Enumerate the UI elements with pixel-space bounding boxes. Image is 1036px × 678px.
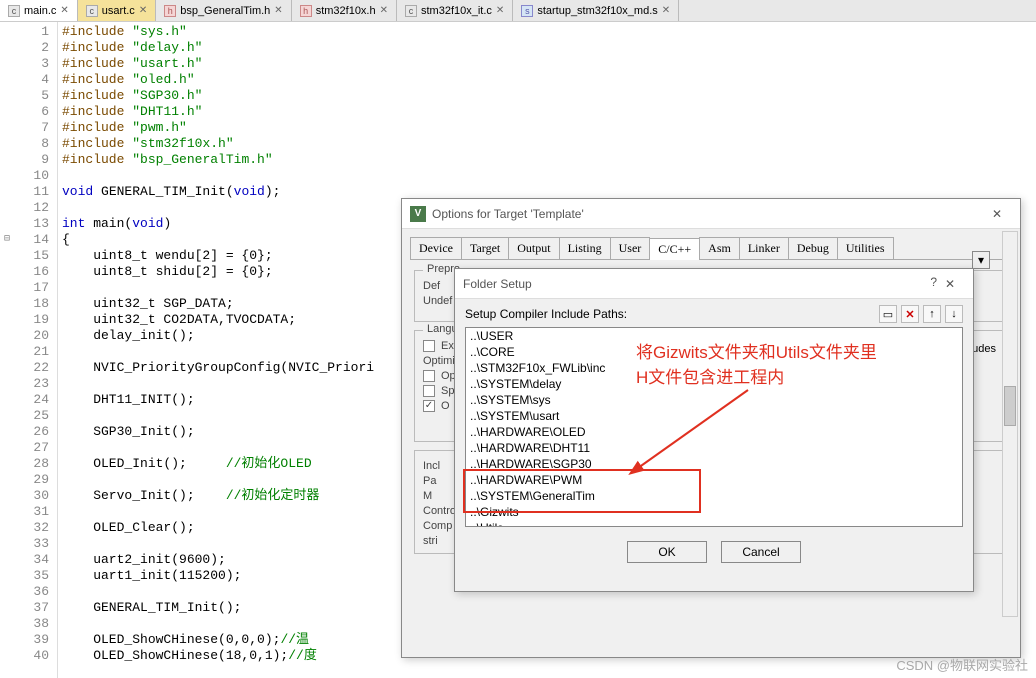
close-tab-icon[interactable]: ✕ (380, 5, 388, 16)
new-icon[interactable]: ▭ (879, 305, 897, 323)
checkbox[interactable] (423, 400, 435, 412)
file-h-icon: h (164, 5, 176, 17)
folder-title: Folder Setup (463, 277, 929, 291)
path-item[interactable]: ..\Utils (466, 520, 962, 527)
options-tab[interactable]: Utilities (837, 237, 894, 259)
delete-icon[interactable]: ✕ (901, 305, 919, 323)
file-s-icon: s (521, 5, 533, 17)
options-tab[interactable]: Asm (699, 237, 740, 259)
file-c-icon: c (405, 5, 417, 17)
cancel-button[interactable]: Cancel (721, 541, 801, 563)
app-icon: V (410, 206, 426, 222)
move-down-icon[interactable]: ↓ (945, 305, 963, 323)
file-tab[interactable]: cstm32f10x_it.c✕ (397, 0, 513, 21)
options-tab[interactable]: Device (410, 237, 462, 259)
ok-button[interactable]: OK (627, 541, 707, 563)
file-tab[interactable]: sstartup_stm32f10x_md.s✕ (513, 0, 679, 21)
options-tab[interactable]: User (610, 237, 651, 259)
include-paths-label: Setup Compiler Include Paths: (465, 307, 627, 321)
options-tabs: DeviceTargetOutputListingUserC/C++AsmLin… (410, 237, 1012, 260)
file-h-icon: h (300, 5, 312, 17)
file-tab[interactable]: hbsp_GeneralTim.h✕ (156, 0, 291, 21)
close-icon[interactable]: ✕ (935, 274, 965, 294)
close-tab-icon[interactable]: ✕ (662, 5, 670, 16)
file-c-icon: c (8, 5, 20, 17)
line-gutter: 1234567891011121314151617181920212223242… (14, 22, 58, 678)
move-up-icon[interactable]: ↑ (923, 305, 941, 323)
options-tab[interactable]: Output (508, 237, 559, 259)
options-title: Options for Target 'Template' (432, 207, 976, 221)
checkbox[interactable] (423, 370, 435, 382)
annotation-text: 将Gizwits文件夹和Utils文件夹里 H文件包含进工程内 (636, 338, 877, 388)
fold-margin[interactable]: ⊟ (0, 22, 14, 678)
watermark: CSDN @物联网实验社 (896, 655, 1028, 674)
file-c-icon: c (86, 5, 98, 17)
annotation-arrow (628, 384, 758, 480)
file-tab[interactable]: cmain.c✕ (0, 0, 78, 21)
options-tab[interactable]: Listing (559, 237, 611, 259)
checkbox[interactable] (423, 340, 435, 352)
close-icon[interactable]: ✕ (982, 204, 1012, 224)
options-tab[interactable]: Linker (739, 237, 789, 259)
checkbox[interactable] (423, 385, 435, 397)
options-tab[interactable]: C/C++ (649, 238, 700, 260)
close-tab-icon[interactable]: ✕ (496, 5, 504, 16)
scrollbar[interactable] (1002, 231, 1018, 617)
options-tab[interactable]: Target (461, 237, 509, 259)
dropdown-icon[interactable]: ▾ (972, 251, 990, 269)
path-item[interactable]: ..\SYSTEM\GeneralTim (466, 488, 962, 504)
options-tab[interactable]: Debug (788, 237, 838, 259)
file-tab[interactable]: hstm32f10x.h✕ (292, 0, 397, 21)
options-titlebar[interactable]: V Options for Target 'Template' ✕ (402, 199, 1020, 229)
folder-titlebar[interactable]: Folder Setup ? ✕ (455, 269, 973, 299)
file-tab[interactable]: cusart.c✕ (78, 0, 156, 21)
close-tab-icon[interactable]: ✕ (274, 5, 282, 16)
close-tab-icon[interactable]: ✕ (60, 5, 68, 16)
path-item[interactable]: ..\Gizwits (466, 504, 962, 520)
close-tab-icon[interactable]: ✕ (139, 5, 147, 16)
help-icon[interactable]: ? (930, 275, 937, 289)
file-tabs: cmain.c✕cusart.c✕hbsp_GeneralTim.h✕hstm3… (0, 0, 1036, 22)
